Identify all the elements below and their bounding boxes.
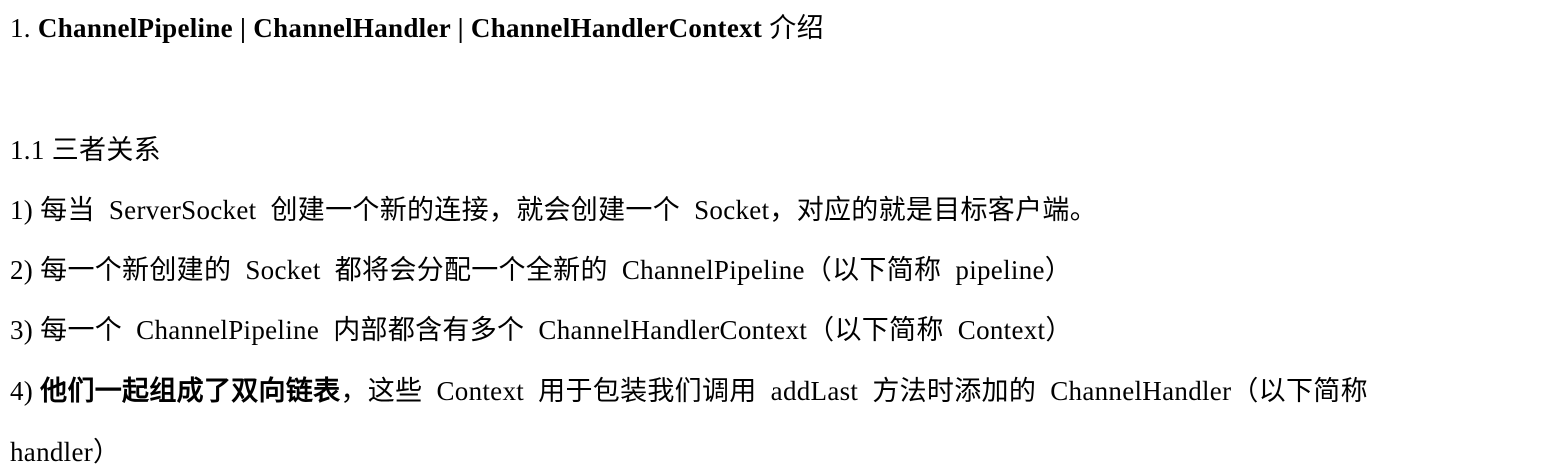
document-page: 1. ChannelPipeline | ChannelHandler | Ch…: [0, 0, 1557, 474]
list-bold-text: 他们一起组成了双向链表: [40, 376, 341, 406]
list-marker: 3): [10, 315, 34, 345]
section-title: 三者关系: [51, 135, 161, 165]
list-text: ，这些 Context 用于包装我们调用 addLast 方法时添加的 Chan…: [340, 376, 1368, 406]
list-item: 2) 每一个新创建的 Socket 都将会分配一个全新的 ChannelPipe…: [10, 252, 1072, 288]
heading-1: 1. ChannelPipeline | ChannelHandler | Ch…: [10, 10, 824, 46]
list-text: 每当 ServerSocket 创建一个新的连接，就会创建一个 Socket，对…: [40, 195, 1097, 225]
list-marker: 2): [10, 255, 34, 285]
list-marker: 1): [10, 195, 34, 225]
list-item: 4) 他们一起组成了双向链表，这些 Context 用于包装我们调用 addLa…: [10, 373, 1368, 409]
heading-title: ChannelPipeline | ChannelHandler | Chann…: [37, 13, 763, 43]
heading-1-1: 1.1 三者关系: [10, 132, 161, 168]
list-text: 每一个 ChannelPipeline 内部都含有多个 ChannelHandl…: [40, 315, 1073, 345]
list-item: 3) 每一个 ChannelPipeline 内部都含有多个 ChannelHa…: [10, 312, 1073, 348]
list-item-continuation: handler）: [10, 434, 120, 470]
list-item: 1) 每当 ServerSocket 创建一个新的连接，就会创建一个 Socke…: [10, 192, 1097, 228]
heading-suffix: 介绍: [769, 13, 824, 43]
heading-number: 1.: [10, 13, 31, 43]
section-number: 1.1: [10, 135, 45, 165]
list-text: 每一个新创建的 Socket 都将会分配一个全新的 ChannelPipelin…: [40, 255, 1073, 285]
list-text-continuation: handler）: [10, 437, 121, 467]
list-marker: 4): [10, 376, 34, 406]
